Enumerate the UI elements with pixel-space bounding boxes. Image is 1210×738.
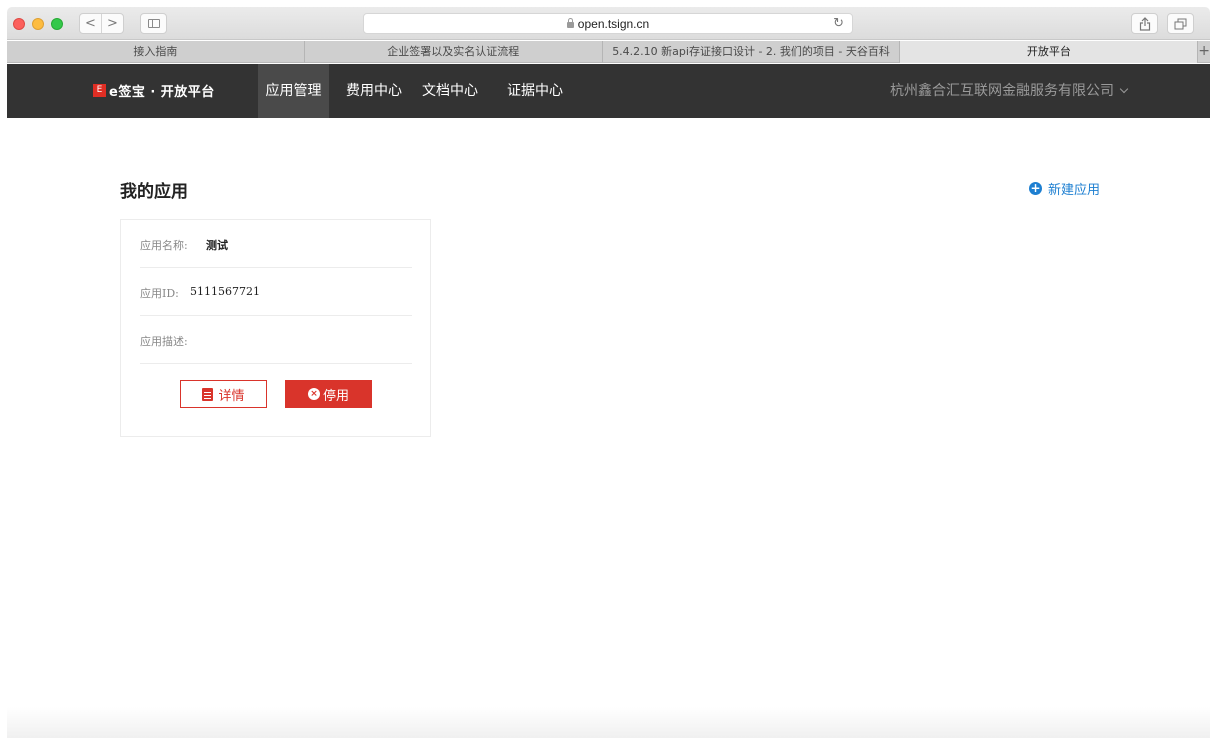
app-id-label: 应用ID: bbox=[140, 287, 179, 300]
browser-tab-active[interactable]: 开放平台 bbox=[900, 41, 1199, 63]
site-logo[interactable]: E e签宝 · 开放平台 bbox=[93, 81, 215, 100]
new-tab-button[interactable]: + bbox=[1198, 41, 1210, 62]
page-title: 我的应用 bbox=[120, 182, 188, 202]
back-button[interactable]: < bbox=[80, 14, 101, 33]
minimize-window-button[interactable] bbox=[32, 18, 44, 30]
document-icon bbox=[202, 387, 214, 401]
lock-icon bbox=[566, 18, 574, 28]
browser-tab[interactable]: 接入指南 bbox=[7, 41, 305, 63]
share-button[interactable] bbox=[1131, 13, 1158, 34]
app-name-value: 测试 bbox=[206, 239, 228, 252]
new-app-button[interactable]: + 新建应用 bbox=[1029, 179, 1100, 198]
new-app-label: 新建应用 bbox=[1048, 183, 1101, 198]
disable-label: 停用 bbox=[322, 388, 349, 404]
browser-toolbar: < > open.tsign.cn ↻ bbox=[7, 7, 1210, 40]
company-name: 杭州鑫合汇互联网金融服务有限公司 bbox=[890, 83, 1114, 99]
reload-icon[interactable]: ↻ bbox=[833, 16, 844, 31]
browser-window: < > open.tsign.cn ↻ 接入指南 企业签署以及实名认证流程 5.… bbox=[7, 7, 1210, 738]
url-text: open.tsign.cn bbox=[577, 17, 650, 31]
tabs-icon bbox=[1174, 18, 1187, 29]
x-circle-icon: × bbox=[307, 388, 320, 400]
close-window-button[interactable] bbox=[13, 18, 25, 30]
company-menu[interactable]: 杭州鑫合汇互联网金融服务有限公司 bbox=[890, 64, 1129, 118]
logo-text: e签宝 · 开放平台 bbox=[109, 85, 215, 100]
zoom-window-button[interactable] bbox=[51, 18, 63, 30]
address-text-wrap: open.tsign.cn bbox=[364, 17, 852, 31]
site-header: E e签宝 · 开放平台 应用管理 费用中心 文档中心 证据中心 杭州鑫合汇互联… bbox=[7, 64, 1210, 118]
nav-app-management[interactable]: 应用管理 bbox=[258, 64, 329, 118]
history-nav: < > bbox=[79, 13, 124, 34]
page-bottom-shade bbox=[7, 707, 1210, 738]
app-desc-label: 应用描述: bbox=[140, 335, 188, 348]
browser-tab[interactable]: 5.4.2.10 新api存证接口设计 - 2. 我们的项目 - 天谷百科 bbox=[603, 41, 901, 63]
app-id-row: 应用ID: 5111567721 bbox=[140, 268, 412, 316]
chevron-down-icon bbox=[1119, 84, 1129, 94]
detail-label: 详情 bbox=[218, 388, 245, 404]
show-tabs-button[interactable] bbox=[1167, 13, 1194, 34]
nav-evidence-center[interactable]: 证据中心 bbox=[505, 64, 565, 118]
app-name-label: 应用名称: bbox=[140, 239, 188, 252]
detail-button[interactable]: 详情 bbox=[180, 380, 267, 408]
app-card: 应用名称: 测试 应用ID: 5111567721 应用描述: 详情 × 停用 bbox=[120, 219, 431, 437]
browser-tab[interactable]: 企业签署以及实名认证流程 bbox=[305, 41, 603, 63]
disable-button[interactable]: × 停用 bbox=[285, 380, 372, 408]
sidebar-icon bbox=[147, 19, 160, 28]
sidebar-toggle-button[interactable] bbox=[140, 13, 167, 34]
share-icon bbox=[1139, 16, 1150, 31]
app-name-row: 应用名称: 测试 bbox=[140, 220, 412, 268]
app-desc-row: 应用描述: bbox=[140, 316, 412, 364]
plus-circle-icon: + bbox=[1029, 181, 1042, 195]
logo-mark-icon: E bbox=[93, 84, 106, 97]
nav-billing-center[interactable]: 费用中心 bbox=[344, 64, 404, 118]
address-bar[interactable]: open.tsign.cn ↻ bbox=[363, 13, 853, 34]
tab-bar: 接入指南 企业签署以及实名认证流程 5.4.2.10 新api存证接口设计 - … bbox=[7, 41, 1210, 63]
nav-docs-center[interactable]: 文档中心 bbox=[420, 64, 480, 118]
app-id-value: 5111567721 bbox=[190, 285, 260, 298]
forward-button[interactable]: > bbox=[101, 14, 123, 33]
